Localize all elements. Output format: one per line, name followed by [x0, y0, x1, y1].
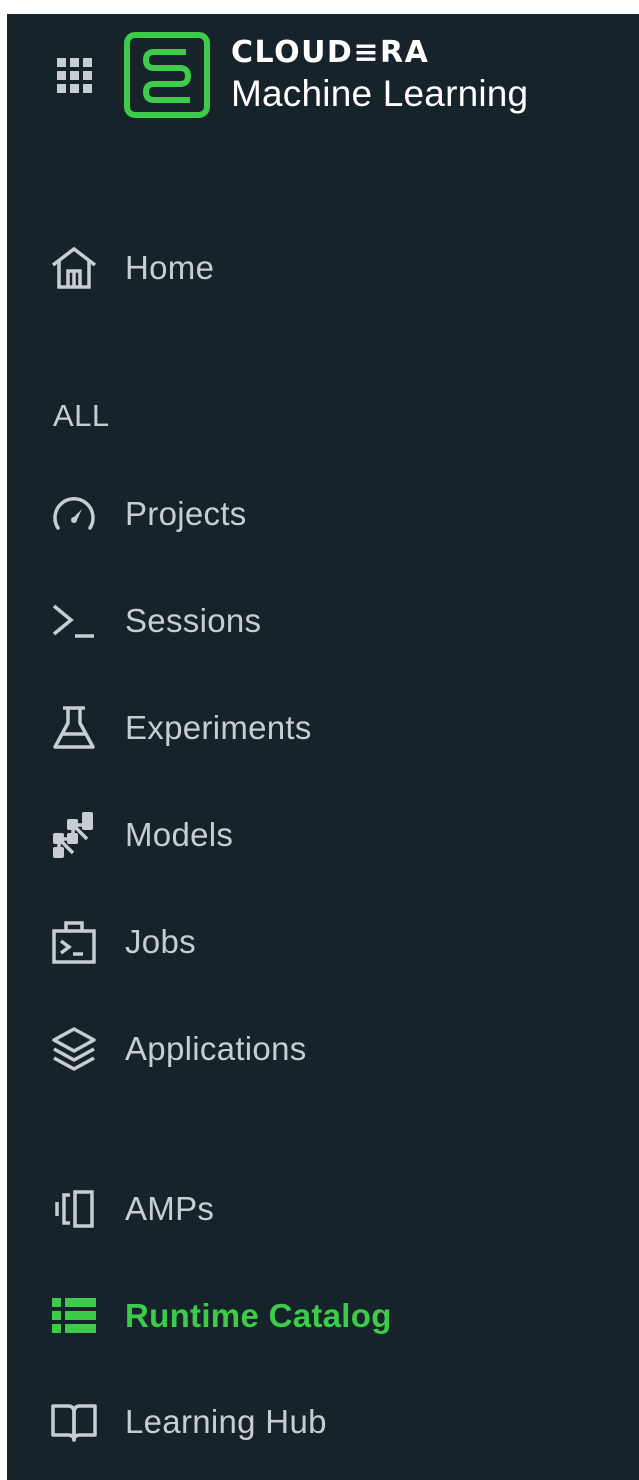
nav-label-learning-hub: Learning Hub	[125, 1403, 327, 1440]
nav-item-amps[interactable]: AMPs	[47, 1179, 607, 1239]
job-terminal-icon	[47, 915, 101, 969]
nav-label-amps: AMPs	[125, 1190, 215, 1227]
nav-item-projects[interactable]: Projects	[47, 484, 607, 544]
layers-icon	[47, 1022, 101, 1076]
nav-label-projects: Projects	[125, 495, 247, 532]
sidebar-header: CLOUD≡RA Machine Learning	[7, 14, 639, 124]
nav-label-models: Models	[125, 816, 234, 853]
terminal-prompt-icon	[47, 594, 101, 648]
amps-icon	[47, 1182, 101, 1236]
home-icon	[47, 241, 101, 295]
sidebar: CLOUD≡RA Machine Learning Home ALL Proje…	[7, 14, 639, 1480]
flask-icon	[47, 701, 101, 755]
app-switcher-button[interactable]	[55, 56, 95, 96]
nav-item-home[interactable]: Home	[47, 238, 607, 298]
book-icon	[47, 1395, 101, 1449]
brand-product: Machine Learning	[231, 73, 529, 114]
list-icon	[47, 1289, 101, 1343]
nav-label-runtime-catalog: Runtime Catalog	[125, 1297, 392, 1334]
nav-label-experiments: Experiments	[125, 709, 312, 746]
brand-wordmark: CLOUD≡RA Machine Learning	[231, 34, 529, 114]
grid-icon	[57, 58, 92, 93]
network-nodes-icon	[47, 808, 101, 862]
cloudera-logo[interactable]	[124, 32, 210, 118]
nav-item-jobs[interactable]: Jobs	[47, 912, 607, 972]
section-label-all: ALL	[53, 398, 110, 433]
nav-item-applications[interactable]: Applications	[47, 1019, 607, 1079]
nav-item-learning-hub[interactable]: Learning Hub	[47, 1392, 607, 1452]
nav-item-experiments[interactable]: Experiments	[47, 698, 607, 758]
nav-label-home: Home	[125, 249, 215, 286]
nav-item-sessions[interactable]: Sessions	[47, 591, 607, 651]
nav-label-sessions: Sessions	[125, 602, 262, 639]
nav-label-jobs: Jobs	[125, 923, 196, 960]
nav-item-runtime-catalog[interactable]: Runtime Catalog	[47, 1286, 607, 1346]
gauge-icon	[47, 487, 101, 541]
brand-name: CLOUD≡RA	[231, 35, 430, 70]
nav-label-applications: Applications	[125, 1030, 307, 1067]
nav-item-models[interactable]: Models	[47, 805, 607, 865]
